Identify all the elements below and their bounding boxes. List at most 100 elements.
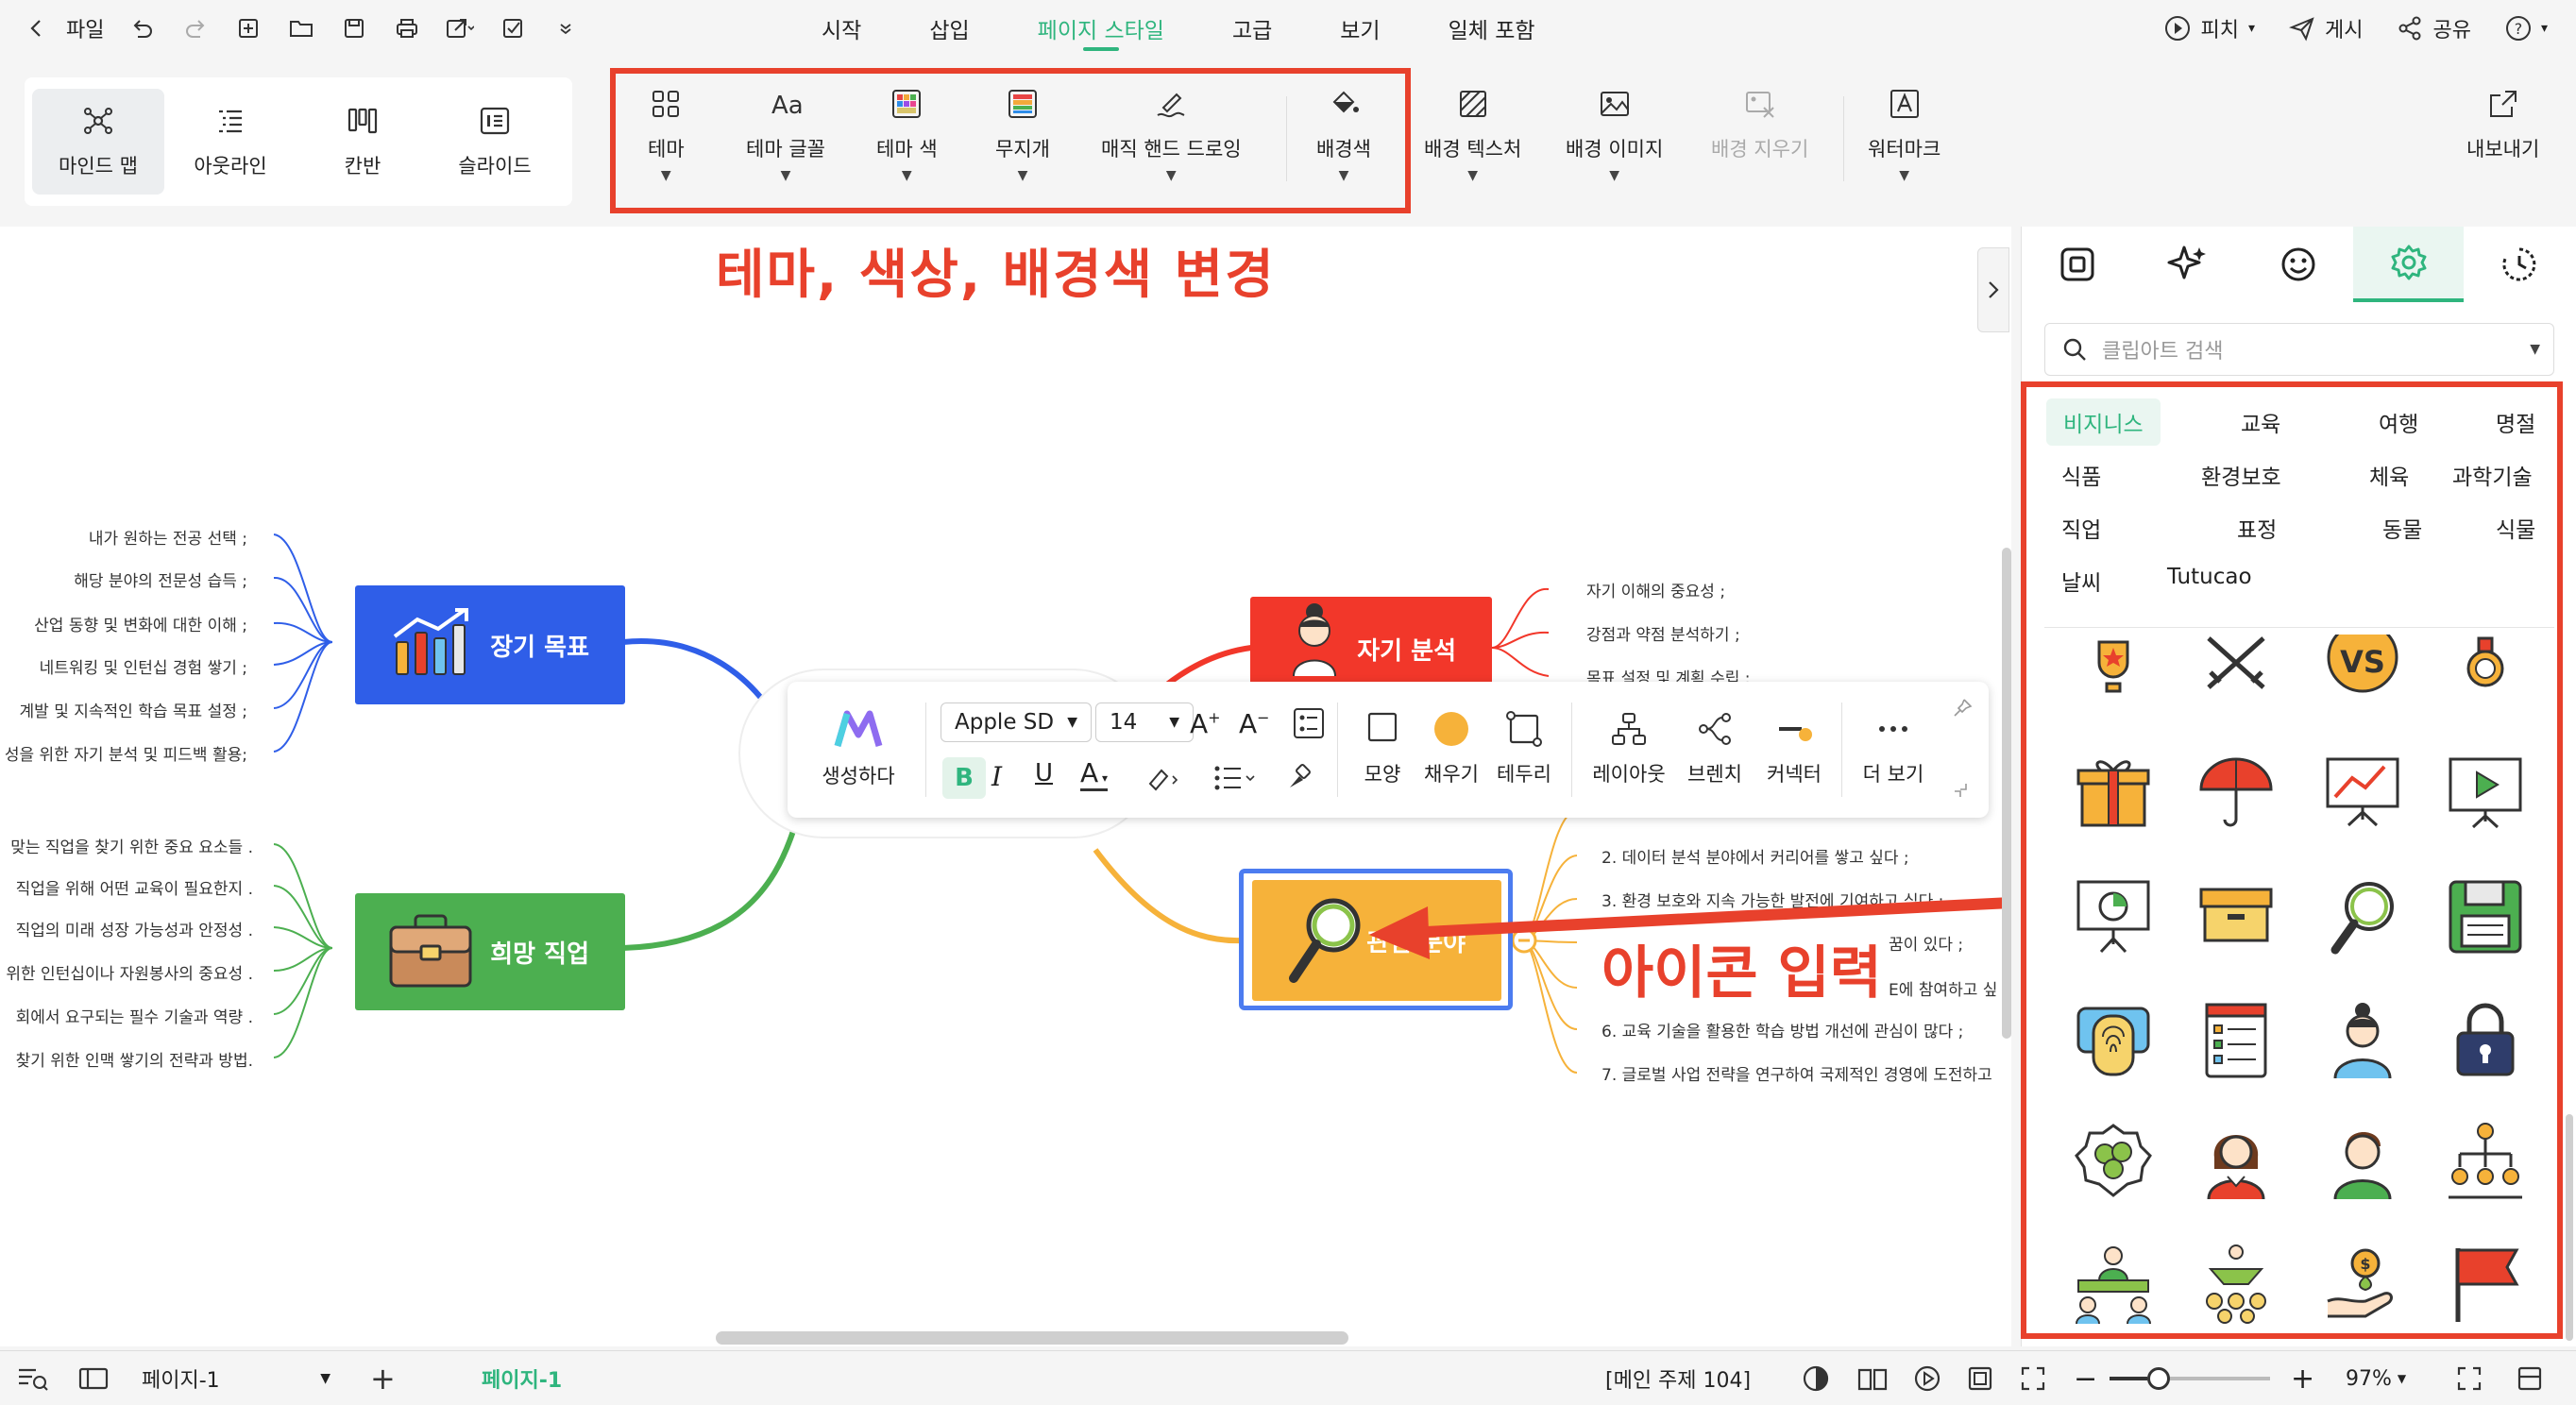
panel-scrollbar[interactable] (2566, 1114, 2573, 1341)
leaf-interest-5[interactable]: E에 참여하고 싶 (1889, 976, 1997, 1000)
leaf-interest-4[interactable]: 꿈이 있다 ; (1889, 931, 1963, 955)
tab-insert[interactable]: 삽입 (929, 0, 969, 57)
leaf-long-goal-5[interactable]: 계발 및 지속적인 학습 목표 설정 ; (20, 698, 247, 721)
leaf-interest-3[interactable]: 3. 환경 보호와 지속 가능한 발전에 기여하고 싶다 ; (1602, 888, 1943, 911)
page-selector[interactable]: 페이지-1 ▼ (142, 1351, 330, 1405)
view-slide-button[interactable]: 슬라이드 (429, 89, 561, 195)
print-icon[interactable] (393, 14, 421, 42)
panel-tab-clipart[interactable] (2353, 227, 2464, 302)
tab-start[interactable]: 시작 (822, 0, 861, 57)
leaf-hope-job-6[interactable]: 찾기 위한 인맥 쌓기의 전략과 방법. (16, 1047, 253, 1071)
theme-toggle-icon[interactable] (1802, 1351, 1830, 1405)
export-button[interactable]: 내보내기 (2466, 87, 2539, 191)
panel-tab-ai[interactable] (2132, 227, 2243, 302)
background-texture-button[interactable]: 배경 텍스처 ▼ (1424, 87, 1521, 191)
format-painter-icon[interactable] (1284, 763, 1313, 791)
font-decrease-icon[interactable]: A− (1239, 708, 1270, 739)
leaf-long-goal-2[interactable]: 해당 분야의 전문성 습득 ; (74, 567, 247, 591)
clipart-search-box[interactable]: 클립아트 검색 ▼ (2044, 323, 2554, 376)
font-family-select[interactable]: Apple SD ▼ (941, 702, 1092, 742)
leaf-self-1[interactable]: 자기 이해의 중요성 ; (1586, 578, 1725, 601)
connector-button[interactable]: 커넥터 (1756, 710, 1832, 787)
panel-tab-history[interactable] (2464, 227, 2574, 302)
search-dropdown-icon[interactable]: ▼ (2530, 342, 2540, 357)
node-hope-job[interactable]: 희망 직업 (355, 893, 625, 1010)
help-button[interactable]: ? ▾ (2505, 15, 2548, 42)
leaf-hope-job-4[interactable]: 위한 인턴십이나 자원봉사의 중요성 . (6, 960, 253, 984)
bullet-list-icon[interactable] (1212, 763, 1256, 795)
resize-corner-icon[interactable] (1951, 780, 1970, 799)
shape-button[interactable]: 모양 (1354, 710, 1411, 787)
bold-button[interactable]: B (942, 757, 986, 799)
more-chevron-icon[interactable] (551, 14, 580, 42)
layout-button[interactable]: 레이아웃 (1586, 710, 1671, 787)
leaf-self-2[interactable]: 강점과 약점 분석하기 ; (1586, 621, 1740, 645)
node-interest[interactable]: 관심 분야 (1252, 880, 1501, 1001)
publish-button[interactable]: 게시 (2289, 13, 2363, 43)
branch-button[interactable]: 브렌치 (1677, 710, 1753, 787)
border-button[interactable]: 테두리 (1488, 710, 1560, 787)
zoom-out-icon[interactable]: − (2074, 1351, 2097, 1405)
font-increase-icon[interactable]: A+ (1190, 708, 1221, 739)
horizontal-scrollbar[interactable] (716, 1331, 1348, 1345)
expand-view-icon[interactable] (2455, 1351, 2483, 1405)
leaf-long-goal-6[interactable]: 성을 위한 자기 분석 및 피드백 활용; (5, 741, 247, 765)
view-mindmap-button[interactable]: 마인드 맵 (32, 89, 164, 195)
save-icon[interactable] (340, 14, 368, 42)
font-color-button[interactable]: A ▾ (1080, 757, 1108, 791)
fit-page-icon[interactable] (1966, 1351, 1994, 1405)
leaf-hope-job-5[interactable]: 회에서 요구되는 필수 기술과 역량 . (16, 1004, 253, 1027)
tab-advanced[interactable]: 고급 (1232, 0, 1272, 57)
leaf-interest-2[interactable]: 2. 데이터 분석 분야에서 커리어를 쌓고 싶다 ; (1602, 844, 1909, 868)
open-folder-icon[interactable] (287, 14, 315, 42)
play-slideshow-icon[interactable] (1913, 1351, 1941, 1405)
view-outline-button[interactable]: 아웃라인 (164, 89, 297, 195)
font-size-select[interactable]: 14 ▼ (1095, 702, 1194, 742)
checklist-icon[interactable] (499, 14, 527, 42)
panel-collapse-handle[interactable] (1977, 247, 2009, 332)
vertical-scrollbar[interactable] (2002, 548, 2011, 1039)
background-clear-button[interactable]: 배경 지우기 (1711, 87, 1808, 191)
zoom-slider[interactable] (2110, 1351, 2270, 1405)
undo-icon[interactable] (128, 14, 157, 42)
view-kanban-button[interactable]: 칸반 (297, 89, 429, 195)
list-style-icon[interactable] (1292, 706, 1326, 740)
page-panel-icon[interactable] (77, 1351, 110, 1405)
panel-toggle-icon[interactable] (2516, 1351, 2544, 1405)
panel-tab-format[interactable] (2022, 227, 2132, 302)
watermark-button[interactable]: 워터마크 ▼ (1868, 87, 1940, 191)
leaf-hope-job-1[interactable]: 맞는 직업을 찾기 위한 중요 요소들 . (10, 834, 253, 857)
file-menu[interactable]: 파일 (66, 13, 104, 43)
clipart-search-input[interactable]: 클립아트 검색 (2102, 334, 2223, 364)
leaf-long-goal-1[interactable]: 내가 원하는 전공 선택 ; (89, 525, 247, 549)
leaf-interest-6[interactable]: 6. 교육 기술을 활용한 학습 방법 개선에 관심이 많다 ; (1602, 1018, 1963, 1041)
italic-button[interactable]: I (991, 761, 1002, 792)
zoom-in-icon[interactable]: + (2291, 1351, 2314, 1405)
outline-toggle-icon[interactable] (15, 1351, 49, 1405)
fullscreen-icon[interactable] (2019, 1351, 2047, 1405)
leaf-long-goal-3[interactable]: 산업 동향 및 변화에 대한 이해 ; (34, 612, 247, 635)
leaf-interest-7[interactable]: 7. 글로벌 사업 전략을 연구하여 국제적인 경영에 도전하고 (1602, 1061, 1992, 1085)
tab-view[interactable]: 보기 (1340, 0, 1380, 57)
leaf-long-goal-4[interactable]: 네트워킹 및 인턴십 경험 쌓기 ; (40, 654, 247, 678)
book-view-icon[interactable] (1856, 1351, 1889, 1405)
new-page-icon[interactable] (234, 14, 263, 42)
tab-ai[interactable]: 일체 포함 (1449, 0, 1535, 57)
leaf-hope-job-2[interactable]: 직업을 위해 어떤 교육이 필요한지 . (16, 875, 253, 899)
zoom-level-select[interactable]: 97% ▼ (2346, 1351, 2406, 1405)
back-icon[interactable] (23, 14, 51, 42)
add-page-icon[interactable]: + (370, 1351, 396, 1405)
tab-page-style[interactable]: 페이지 스타일 (1038, 0, 1164, 57)
share-button[interactable]: 공유 (2397, 13, 2471, 43)
panel-tab-emoji[interactable] (2243, 227, 2353, 302)
more-button[interactable]: 더 보기 (1851, 710, 1936, 787)
pin-icon[interactable] (1951, 697, 1974, 719)
redo-icon[interactable] (181, 14, 210, 42)
pitch-button[interactable]: 피치 ▾ (2164, 13, 2255, 43)
underline-button[interactable]: U (1035, 759, 1053, 787)
page-tab-1[interactable]: 페이지-1 (482, 1351, 562, 1405)
ai-generate-button[interactable]: 생성하다 (806, 708, 910, 789)
node-long-goal[interactable]: 장기 목표 (355, 585, 625, 704)
highlighter-icon[interactable] (1144, 761, 1182, 793)
leaf-hope-job-3[interactable]: 직업의 미래 성장 가능성과 안정성 . (16, 917, 253, 940)
